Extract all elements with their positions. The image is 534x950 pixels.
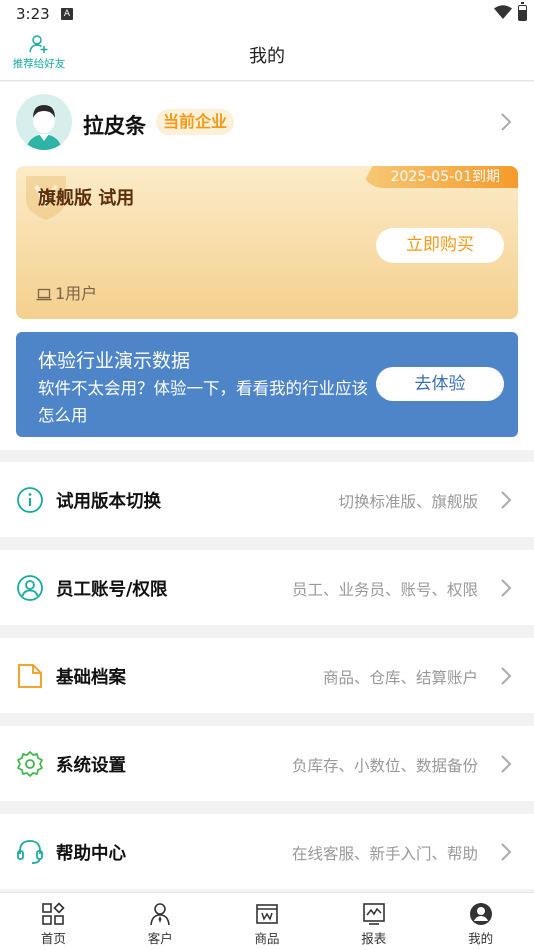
folder-icon [18, 664, 42, 688]
battery-icon [518, 2, 527, 21]
nav-label: 商品 [254, 931, 280, 946]
buy-now-button[interactable]: 立即购买 [376, 228, 504, 263]
report-icon [362, 903, 385, 925]
nav-label: 我的 [468, 931, 494, 946]
demo-title: 体验行业演示数据 [38, 350, 191, 372]
avatar[interactable] [16, 94, 72, 150]
menu-label: 员工账号/权限 [56, 580, 168, 600]
plan-name: 旗舰版 试用 [38, 188, 135, 209]
nav-label: 报表 [361, 931, 387, 946]
nav-label: 首页 [40, 931, 66, 946]
menu-description: 切换标准版、旗舰版 [338, 493, 478, 511]
menu-description: 负库存、小数位、数据备份 [291, 757, 478, 775]
menu-description: 在线客服、新手入门、帮助 [291, 845, 478, 863]
product-icon [256, 904, 278, 924]
chevron-right-icon [501, 755, 512, 773]
user-count-label: 1用户 [55, 284, 98, 303]
menu-description: 商品、仓库、结算账户 [322, 669, 478, 687]
plan-card: 2025-05-01到期 旗舰版 试用 立即购买 1用户 [16, 166, 518, 319]
user-count: 1用户 [36, 280, 97, 304]
menu-description: 员工、业务员、账号、权限 [291, 581, 478, 599]
expiry-tag: 2025-05-01到期 [360, 166, 518, 188]
nav-products[interactable]: 商品 [214, 893, 321, 950]
user-avatar-icon [16, 94, 72, 150]
info-icon [17, 487, 43, 513]
notification-a-icon: A [61, 8, 73, 20]
menu-item-help-center[interactable]: 帮助中心 在线客服、新手入门、帮助 [0, 814, 534, 889]
laptop-icon [36, 288, 52, 301]
page-title: 我的 [249, 46, 285, 67]
home-grid-icon [42, 902, 66, 925]
nav-home[interactable]: 首页 [0, 893, 107, 950]
menu-label: 试用版本切换 [56, 492, 161, 512]
menu-item-system-settings[interactable]: 系统设置 负库存、小数位、数据备份 [0, 726, 534, 801]
menu-label: 系统设置 [56, 756, 126, 776]
chevron-right-icon [501, 579, 512, 597]
nav-profile[interactable]: 我的 [427, 893, 534, 950]
recommend-label: 推荐给好友 [12, 58, 66, 70]
menu-label: 基础档案 [56, 668, 126, 688]
top-header: 推荐给好友 我的 [0, 28, 534, 81]
nav-reports[interactable]: 报表 [320, 893, 427, 950]
current-company-badge: 当前企业 [156, 109, 235, 135]
bottom-nav: 首页 客户 商品 报表 我的 [0, 892, 534, 950]
chevron-right-icon[interactable] [500, 112, 512, 132]
headset-icon [17, 840, 43, 864]
gear-icon [17, 751, 43, 777]
nav-customers[interactable]: 客户 [107, 893, 214, 950]
recommend-to-friend-button[interactable]: 推荐给好友 [8, 34, 70, 71]
status-time: 3:23 [16, 5, 50, 23]
demo-description: 软件不太会用？体验一下，看看我的行业应该怎么用 [38, 379, 368, 425]
profile-section: 拉皮条 当前企业 2025-05-01到期 旗舰版 试用 立即购买 1用户 体验… [0, 82, 534, 450]
profile-icon [469, 903, 492, 925]
chevron-right-icon [501, 491, 512, 509]
wifi-icon [494, 5, 512, 19]
add-friend-icon [29, 35, 48, 53]
try-demo-button[interactable]: 去体验 [376, 367, 504, 401]
menu-item-trial-switch[interactable]: 试用版本切换 切换标准版、旗舰版 [0, 462, 534, 537]
chevron-right-icon [501, 667, 512, 685]
menu-label: 帮助中心 [56, 844, 126, 864]
menu-item-staff-accounts[interactable]: 员工账号/权限 员工、业务员、账号、权限 [0, 550, 534, 625]
demo-data-card: 体验行业演示数据 软件不太会用？体验一下，看看我的行业应该怎么用 去体验 [16, 332, 518, 437]
menu-item-basic-records[interactable]: 基础档案 商品、仓库、结算账户 [0, 638, 534, 713]
nav-label: 客户 [147, 931, 173, 946]
user-circle-icon [17, 575, 43, 601]
customer-icon [150, 903, 170, 926]
chevron-right-icon [501, 843, 512, 861]
user-name: 拉皮条 [83, 114, 146, 138]
status-bar: 3:23 A [0, 0, 534, 28]
